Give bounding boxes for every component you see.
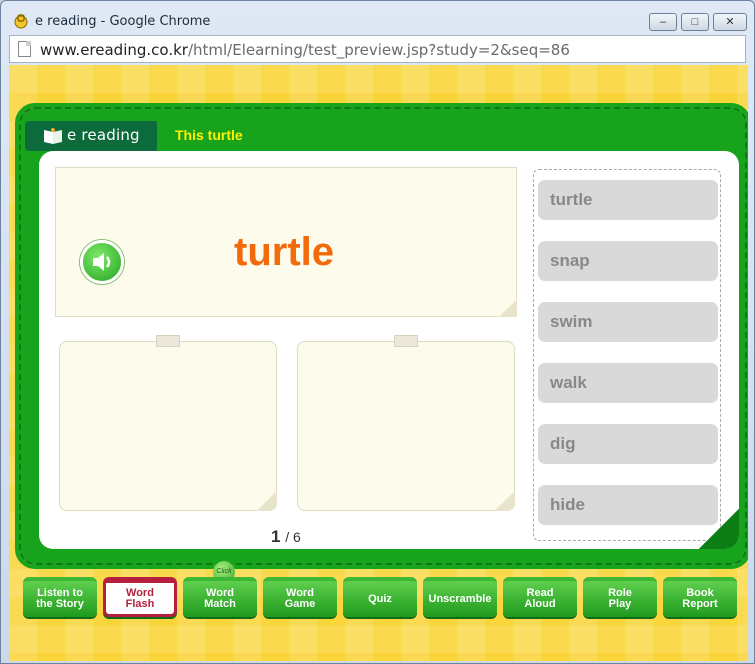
word-button-walk[interactable]: walk	[538, 363, 718, 403]
current-word: turtle	[234, 230, 334, 274]
menu-unscramble[interactable]: Unscramble	[423, 577, 497, 617]
page-curl	[495, 491, 515, 511]
menu-word-flash[interactable]: Word Flash	[103, 577, 177, 617]
menu-label-line2: Game	[284, 598, 316, 610]
menu-label: Unscramble	[428, 592, 492, 605]
page-total: / 6	[285, 529, 301, 545]
page-current: 1	[271, 527, 281, 546]
chrome-app-icon	[14, 14, 28, 29]
menu-label-line2: Aloud	[524, 598, 556, 610]
menu-label-line2: Match	[204, 598, 236, 610]
word-button-swim[interactable]: swim	[538, 302, 718, 342]
word-button-hide[interactable]: hide	[538, 485, 718, 525]
book-icon	[44, 128, 62, 144]
word-button-snap[interactable]: snap	[538, 241, 718, 281]
menu-label-line2: the Story	[36, 598, 84, 610]
menu-word-match[interactable]: Word Match	[183, 577, 257, 617]
page-content: e reading This turtle turtle 1 / 6 turtl…	[9, 65, 748, 661]
minimize-button[interactable]: –	[649, 13, 677, 31]
word-list: turtle snap swim walk dig hide	[533, 169, 721, 541]
tape-decoration	[394, 335, 418, 347]
menu-label: Quiz	[368, 592, 392, 605]
menu-listen-to-the-story[interactable]: Listen to the Story	[23, 577, 97, 617]
word-button-dig[interactable]: dig	[538, 424, 718, 464]
content-panel: turtle 1 / 6 turtle snap swim walk dig h…	[39, 151, 739, 549]
menu-label-line2: Play	[608, 598, 632, 610]
tape-decoration	[156, 335, 180, 347]
picture-card-right	[297, 335, 515, 511]
word-card: turtle	[55, 167, 517, 317]
menu-read-aloud[interactable]: Read Aloud	[503, 577, 577, 617]
browser-window: e reading - Google Chrome – □ ✕ www.erea…	[0, 0, 755, 664]
page-indicator: 1 / 6	[271, 527, 301, 547]
menu-label-line2: Report	[682, 598, 718, 610]
word-button-turtle[interactable]: turtle	[538, 180, 718, 220]
title-bar: e reading - Google Chrome – □ ✕	[1, 1, 754, 35]
maximize-button[interactable]: □	[681, 13, 709, 31]
picture-card-left	[59, 335, 277, 511]
url-path: /html/Elearning/test_preview.jsp?study=2…	[187, 41, 570, 59]
activity-board: e reading This turtle turtle 1 / 6 turtl…	[15, 103, 748, 569]
logo-text: e reading	[67, 126, 140, 144]
close-button[interactable]: ✕	[713, 13, 747, 31]
menu-book-report[interactable]: Book Report	[663, 577, 737, 617]
corner-fold	[699, 509, 739, 549]
menu-quiz[interactable]: Quiz	[343, 577, 417, 617]
menu-word-game[interactable]: Word Game	[263, 577, 337, 617]
page-curl	[257, 491, 277, 511]
page-icon	[18, 41, 31, 57]
url-text[interactable]: www.ereading.co.kr/html/Elearning/test_p…	[40, 41, 570, 59]
speaker-button[interactable]	[80, 240, 124, 284]
lesson-title: This turtle	[175, 127, 243, 143]
menu-label-line2: Flash	[125, 597, 155, 610]
menu-role-play[interactable]: Role Play	[583, 577, 657, 617]
activity-menu: Click Listen to the Story Word Flash Word M…	[21, 561, 741, 617]
url-host: www.ereading.co.kr	[40, 41, 188, 59]
speaker-icon	[93, 253, 111, 271]
window-title: e reading - Google Chrome	[35, 14, 211, 29]
logo-tab: e reading	[25, 121, 157, 151]
address-bar[interactable]: www.ereading.co.kr/html/Elearning/test_p…	[9, 35, 746, 63]
